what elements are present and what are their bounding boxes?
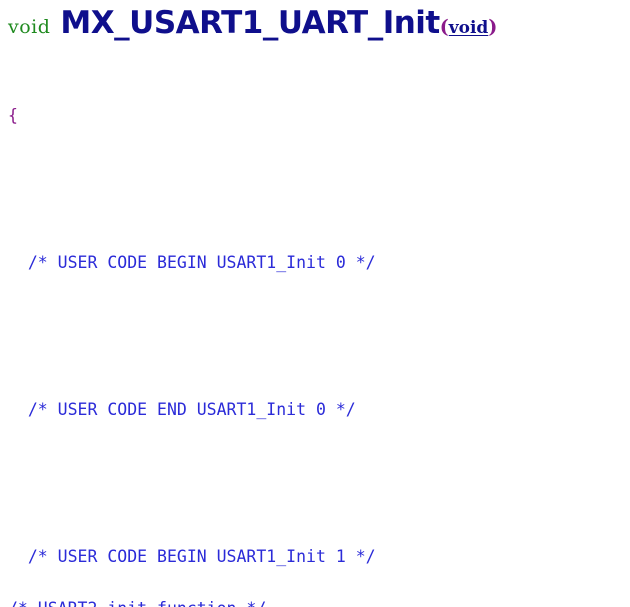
code-body[interactable]: { /* USER CODE BEGIN USART1_Init 0 */ /*… <box>8 42 630 607</box>
line-comment-begin-0: /* USER CODE BEGIN USART1_Init 0 */ <box>8 252 630 273</box>
signature-close-paren: ) <box>488 16 498 38</box>
comment-user-code-begin-1: /* USER CODE BEGIN USART1_Init 1 */ <box>27 547 376 566</box>
code-editor-screenshot: void MX_USART1_UART_Init ( void ) { /* U… <box>0 0 630 607</box>
comment-user-code-begin-0: /* USER CODE BEGIN USART1_Init 0 */ <box>27 253 376 272</box>
line-comment-end-0: /* USER CODE END USART1_Init 0 */ <box>8 399 630 420</box>
signature-return-type: void <box>8 16 51 38</box>
comment-user-code-end-0: /* USER CODE END USART1_Init 0 */ <box>27 400 356 419</box>
function-signature-header: void MX_USART1_UART_Init ( void ) <box>8 4 497 42</box>
line-open-brace: { <box>8 105 630 126</box>
open-brace: { <box>8 106 18 125</box>
signature-function-name: MX_USART1_UART_Init <box>60 5 440 41</box>
line-blank-3 <box>8 462 630 483</box>
line-comment-begin-1: /* USER CODE BEGIN USART1_Init 1 */ <box>8 546 630 567</box>
line-blank-1 <box>8 168 630 189</box>
line-blank-2 <box>8 315 630 336</box>
next-function-comment: /* USART2 init function */ <box>8 598 266 607</box>
clipped-next-comment-line: /* USART2 init function */ <box>8 598 266 607</box>
signature-open-paren: ( <box>439 16 449 38</box>
